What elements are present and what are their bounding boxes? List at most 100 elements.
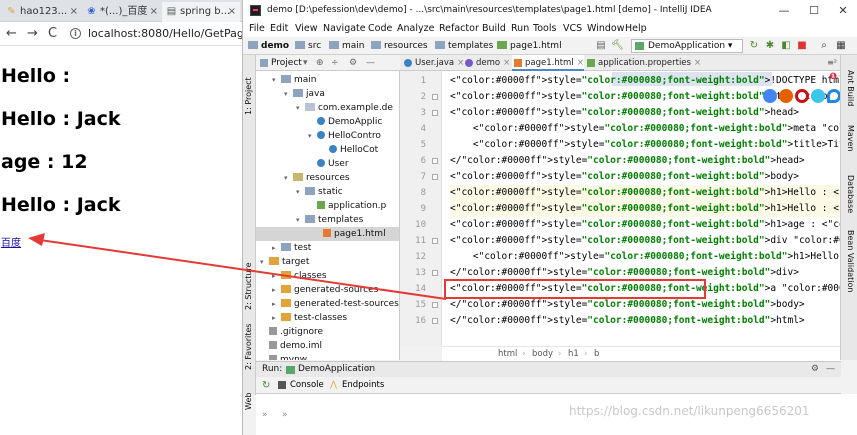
highlighted-code-line[interactable]: <"color:#0000ff">style="color:#000080;fo… — [444, 279, 841, 299]
bean-validation-tool-tab[interactable]: Bean Validation — [846, 230, 855, 292]
tree-item[interactable]: HelloCot — [320, 143, 378, 157]
structure-tool-tab[interactable]: 2: Structure — [244, 262, 253, 310]
console-tab[interactable]: Console — [290, 377, 324, 394]
chevron-right-icon[interactable]: ▸ — [272, 283, 281, 297]
tree-item[interactable]: User — [308, 157, 349, 171]
crumb-b[interactable]: b — [594, 347, 599, 361]
close-icon[interactable]: × — [150, 2, 158, 22]
editor-tab-demo[interactable]: demo × — [463, 55, 510, 71]
close-icon[interactable]: × — [228, 2, 236, 22]
fold-icon[interactable] — [432, 174, 438, 180]
code-line[interactable]: <"color:#0000ff">style="color:#000080;fo… — [450, 233, 841, 249]
code-line[interactable]: </"color:#0000ff">style="color:#000080;f… — [450, 153, 805, 169]
safari-icon[interactable] — [811, 89, 825, 103]
rerun-icon[interactable]: ↻ — [748, 40, 760, 52]
tree-item[interactable]: mvnw — [260, 353, 307, 360]
info-icon[interactable]: i — [70, 28, 81, 39]
favorites-tool-tab[interactable]: 2: Favorites — [244, 324, 253, 370]
chevron-down-icon[interactable]: ▾ — [296, 185, 305, 199]
tree-item[interactable]: ▾ HelloContro — [308, 129, 381, 143]
gear-icon[interactable]: ⚙ — [811, 362, 819, 377]
fold-icon[interactable] — [432, 110, 438, 116]
code-line[interactable]: </"color:#0000ff">style="color:#000080;f… — [450, 313, 805, 329]
hide-icon[interactable]: — — [826, 362, 835, 377]
database-tool-tab[interactable]: Database — [846, 175, 855, 213]
code-line[interactable]: <"color:#0000ff">style="color:#000080;fo… — [450, 121, 841, 137]
code-editor[interactable]: <"color:#0000ff">style="color:#000080;fo… — [442, 71, 841, 346]
code-line[interactable]: <"color:#0000ff">style="color:#000080;fo… — [450, 185, 841, 201]
code-line[interactable]: <"color:#0000ff">style="color:#000080;fo… — [450, 249, 841, 265]
menu-refactor[interactable]: Refactor — [439, 21, 479, 37]
close-icon[interactable]: × — [364, 362, 372, 377]
warning-count-icon[interactable]: ❶ — [829, 72, 837, 82]
tree-item[interactable]: DemoApplic — [308, 115, 382, 129]
menu-file[interactable]: File — [249, 21, 265, 37]
menu-edit[interactable]: Edit — [270, 21, 288, 37]
chevron-down-icon[interactable]: ▾ — [284, 171, 293, 185]
crumb-src[interactable]: src — [295, 37, 321, 55]
chevron-down-icon[interactable]: ▾ — [308, 129, 317, 143]
menu-navigate[interactable]: Navigate — [323, 21, 366, 37]
code-line[interactable]: <"color:#0000ff">style="color:#000080;fo… — [450, 73, 841, 89]
maximize-button[interactable]: ☐ — [799, 0, 829, 21]
crumb-templates[interactable]: templates — [435, 37, 493, 55]
menu-build[interactable]: Build — [482, 21, 506, 37]
browser-tab-spring[interactable]: ▤ spring b... × — [162, 2, 240, 22]
rerun-icon[interactable]: ↻ — [262, 377, 270, 394]
dropdown-icon[interactable]: ▾ — [303, 55, 308, 71]
chevron-down-icon[interactable]: ▾ — [284, 87, 293, 101]
ant-build-tool-tab[interactable]: Ant Build — [846, 70, 855, 106]
menu-help[interactable]: Help — [625, 21, 647, 37]
close-icon[interactable]: × — [503, 58, 510, 68]
code-line[interactable]: <"color:#0000ff">style="color:#000080;fo… — [450, 105, 799, 121]
chevron-down-icon[interactable]: ▾ — [260, 255, 269, 269]
crumb-h1[interactable]: h1 — [568, 347, 579, 361]
close-icon[interactable]: × — [70, 2, 78, 22]
tree-item[interactable]: ▾ static — [296, 185, 343, 199]
tab-list-icon[interactable]: ≡² — [827, 55, 837, 71]
tree-item[interactable]: ▾ templates — [296, 213, 363, 227]
editor-tab-user-java[interactable]: User.java × — [402, 55, 464, 71]
chevron-right-icon[interactable]: » — [282, 410, 288, 420]
fold-icon[interactable] — [432, 94, 438, 100]
code-line[interactable]: <"color:#0000ff">style="color:#000080;fo… — [450, 137, 841, 153]
code-line[interactable]: <"color:#0000ff">style="color:#000080;fo… — [450, 169, 799, 185]
editor-tab-application-properties[interactable]: application.properties × — [585, 55, 701, 71]
maven-tool-tab[interactable]: Maven — [846, 125, 855, 152]
stop-icon[interactable]: ■ — [796, 40, 808, 52]
chevron-right-icon[interactable]: ▸ — [272, 297, 281, 311]
tree-item[interactable]: page1.html — [256, 227, 399, 241]
code-line[interactable]: <"color:#0000ff">style="color:#000080;fo… — [450, 217, 841, 233]
crumb-page1[interactable]: page1.html — [497, 37, 562, 55]
hammer-icon[interactable]: 🔨︎ — [611, 40, 624, 52]
fold-icon[interactable] — [432, 302, 438, 308]
gear-icon[interactable]: ⚙ — [349, 55, 357, 71]
tree-item[interactable]: .gitignore — [260, 325, 323, 339]
code-line[interactable]: </"color:#0000ff">style="color:#000080;f… — [450, 297, 805, 313]
web-tool-tab[interactable]: Web — [244, 393, 253, 410]
hide-icon[interactable]: — — [366, 55, 375, 71]
chevron-down-icon[interactable]: ▾ — [296, 213, 305, 227]
tree-item[interactable]: demo.iml — [260, 339, 322, 353]
tree-item[interactable]: ▾ java — [284, 87, 325, 101]
fold-icon[interactable] — [432, 158, 438, 164]
fold-icon[interactable] — [432, 238, 438, 244]
menu-code[interactable]: Code — [368, 21, 392, 37]
tree-item[interactable]: ▾ target — [260, 255, 309, 269]
tree-item[interactable]: application.p — [308, 199, 386, 213]
project-view-select[interactable]: Project — [271, 55, 302, 71]
url-input[interactable]: localhost:8080/Hello/GetPage1 — [88, 24, 258, 44]
close-window-button[interactable]: ✕ — [828, 0, 857, 21]
opera-icon[interactable] — [795, 89, 809, 103]
tree-item[interactable]: ▸ classes — [272, 269, 327, 283]
tree-item[interactable]: ▾ resources — [284, 171, 350, 185]
tree-item[interactable]: ▸ generated-sources — [272, 283, 378, 297]
endpoints-tab[interactable]: Endpoints — [342, 377, 384, 394]
chevron-down-icon[interactable]: ▾ — [296, 101, 305, 115]
chevron-right-icon[interactable]: » — [262, 410, 268, 420]
collapse-icon[interactable]: ÷ — [331, 55, 339, 71]
crumb-resources[interactable]: resources — [371, 37, 428, 55]
forward-arrow-icon[interactable]: → — [27, 24, 38, 44]
back-arrow-icon[interactable]: ← — [6, 24, 17, 44]
baidu-link[interactable]: 百度 — [1, 234, 21, 249]
